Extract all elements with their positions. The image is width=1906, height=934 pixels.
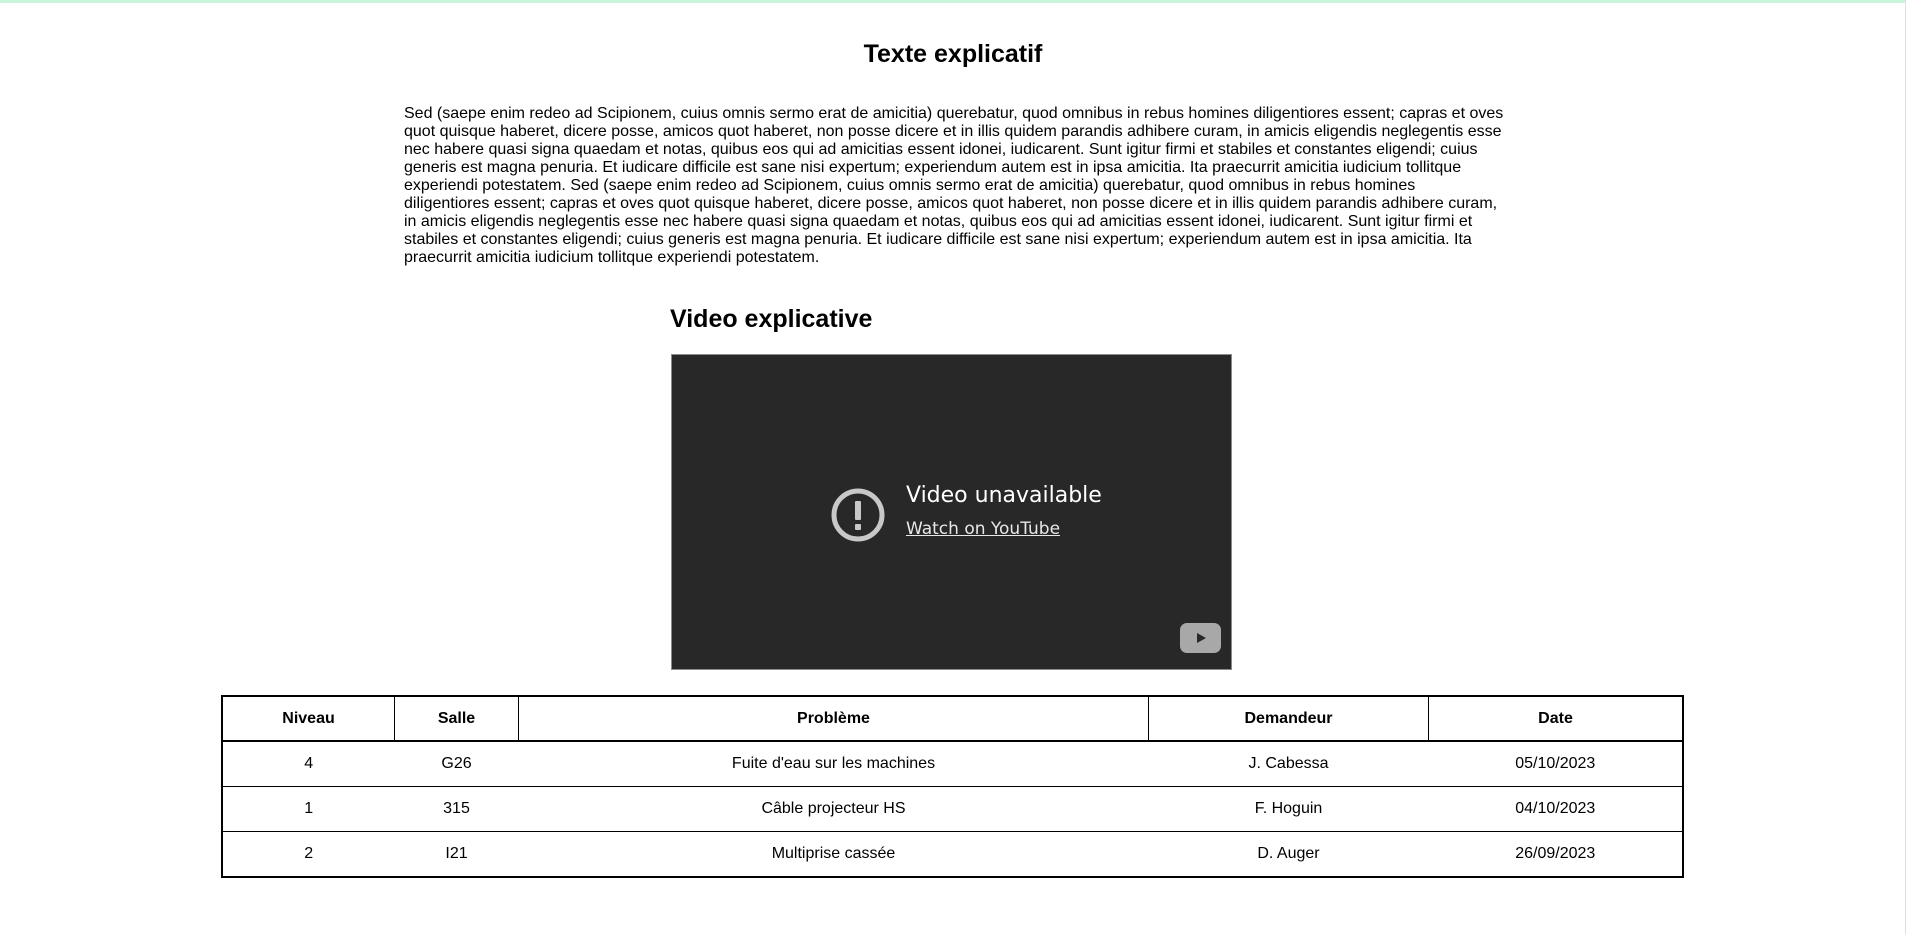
cell-niveau: 4 [222,741,395,787]
page-title: Texte explicatif [863,40,1043,68]
top-border [0,0,1906,3]
youtube-play-icon[interactable] [1180,623,1221,653]
cell-salle: I21 [445,845,468,862]
video-heading: Video explicative [670,305,873,333]
cell-date: 05/10/2023 [1428,741,1683,787]
cell-salle: 315 [394,786,519,832]
cell-niveau: 2 [304,845,314,862]
cell-date: 26/09/2023 [1515,845,1596,862]
issues-table-wrapper: Niveau Salle Problème Demandeur Date 4 G… [221,695,1684,878]
header-niveau: Niveau [222,696,395,742]
table-header-row: Niveau Salle Problème Demandeur Date [222,696,1683,742]
cell-probleme: Câble projecteur HS [518,786,1149,832]
cell-demandeur: F. Hoguin [1148,786,1429,832]
table-row: 1 315 Câble projecteur HS F. Hoguin 04/1… [222,786,1683,832]
cell-salle: G26 [394,741,519,787]
video-unavailable-text: Video unavailable [906,483,1102,508]
header-date: Date [1428,696,1683,742]
cell-niveau: 1 [222,786,395,832]
header-demandeur: Demandeur [1148,696,1429,742]
watch-on-youtube-link[interactable]: Watch on YouTube [906,519,1060,539]
table-row: 4 G26 Fuite d'eau sur les machines J. Ca… [222,741,1683,787]
alert-circle-icon [831,488,885,542]
table-row: 2 I21 Multiprise cassée D. Auger 26/09/2… [222,832,1683,878]
cell-demandeur: J. Cabessa [1148,741,1429,787]
header-salle: Salle [394,696,519,742]
cell-demandeur: D. Auger [1257,845,1320,862]
explanatory-paragraph: Sed (saepe enim redeo ad Scipionem, cuiu… [404,105,1504,266]
cell-date: 04/10/2023 [1428,786,1683,832]
header-probleme: Problème [518,696,1149,742]
video-embed[interactable]: Video unavailable Watch on YouTube [671,354,1232,670]
cell-probleme: Fuite d'eau sur les machines [518,741,1149,787]
cell-probleme: Multiprise cassée [771,845,896,862]
issues-table: Niveau Salle Problème Demandeur Date 4 G… [221,695,1684,878]
